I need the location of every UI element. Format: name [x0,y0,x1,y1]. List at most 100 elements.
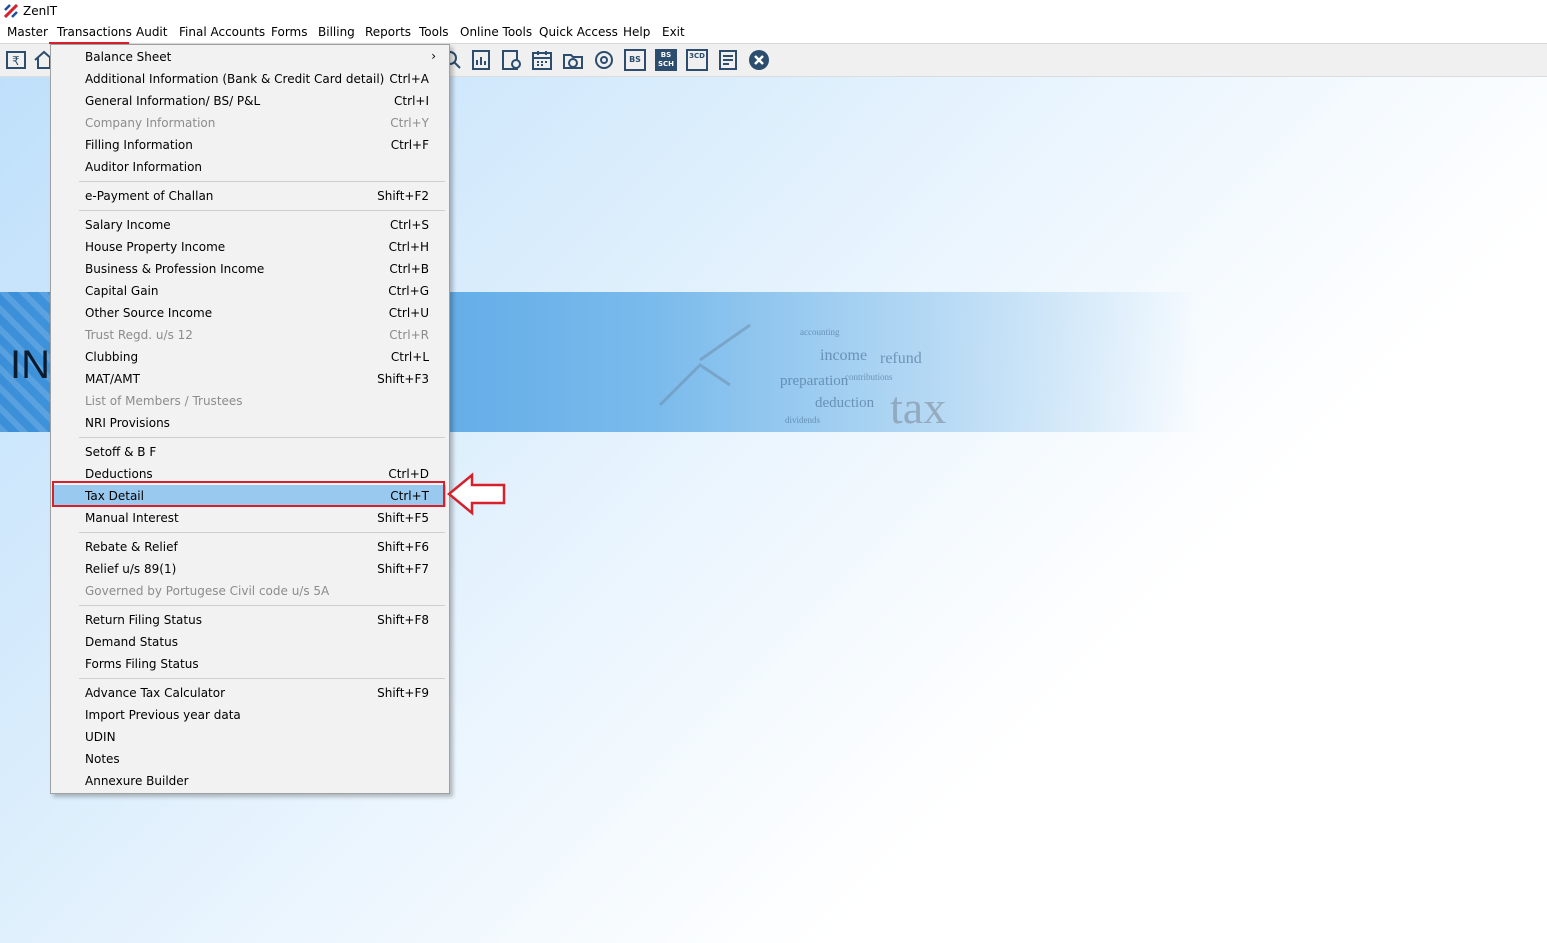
menu-transactions[interactable]: Transactions [57,25,132,39]
user-doc-icon[interactable] [500,49,522,71]
menu-item-shortcut: Ctrl+R [389,328,429,342]
menu-item-manual-interest[interactable]: Manual Interest Shift+F5 [54,507,446,529]
menu-item-label: Annexure Builder [85,774,189,788]
menu-reports[interactable]: Reports [365,25,411,39]
menu-item-label: Relief u/s 89(1) [85,562,177,576]
menu-item-demand-status[interactable]: Demand Status [54,631,446,653]
menu-item-return-filing-status[interactable]: Return Filing Status Shift+F8 [54,609,446,631]
menu-separator [79,605,445,606]
svg-text:preparation: preparation [780,373,849,389]
menu-item-label: Manual Interest [85,511,179,525]
menu-item-label: Forms Filing Status [85,657,199,671]
menu-item-governed-by-portugese-civil-code-u-s-5a: Governed by Portugese Civil code u/s 5A [54,580,446,602]
menu-item-rebate-relief[interactable]: Rebate & Relief Shift+F6 [54,536,446,558]
close-circle-icon[interactable] [748,49,770,71]
menu-item-house-property-income[interactable]: House Property Income Ctrl+H [54,236,446,258]
menu-item-filling-information[interactable]: Filling Information Ctrl+F [54,134,446,156]
svg-text:deduction: deduction [815,395,875,411]
menu-item-label: List of Members / Trustees [85,394,243,408]
rupee-book-icon[interactable]: ₹ [5,49,27,71]
menu-separator [79,437,445,438]
menu-item-shortcut: Shift+F7 [377,562,429,576]
menu-item-label: Governed by Portugese Civil code u/s 5A [85,584,330,598]
menu-item-shortcut: Ctrl+L [390,350,429,364]
menu-online-tools[interactable]: Online Tools [460,25,532,39]
menu-item-label: Clubbing [85,350,139,364]
report-icon[interactable] [470,49,492,71]
menu-billing[interactable]: Billing [318,25,355,39]
menu-item-relief-u-s-89-1[interactable]: Relief u/s 89(1) Shift+F7 [54,558,446,580]
menu-item-shortcut: Ctrl+G [388,284,429,298]
menu-audit[interactable]: Audit [136,25,167,39]
calendar-icon[interactable] [531,49,553,71]
menu-item-label: Import Previous year data [85,708,241,722]
menu-master[interactable]: Master [7,25,48,39]
menu-item-shortcut: Ctrl+Y [390,116,429,130]
menu-item-mat-amt[interactable]: MAT/AMT Shift+F3 [54,368,446,390]
menu-item-shortcut: Shift+F9 [377,686,429,700]
bs-sch-icon[interactable]: BS SCH [655,49,677,71]
menu-item-label: Auditor Information [85,160,203,174]
menu-item-label: Return Filing Status [85,613,202,627]
menu-help[interactable]: Help [623,25,650,39]
menu-exit[interactable]: Exit [662,25,685,39]
menu-item-nri-provisions[interactable]: NRI Provisions [54,412,446,434]
menu-item-label: Notes [85,752,120,766]
menu-item-label: Deductions [85,467,153,481]
bs-icon[interactable]: BS [624,49,646,71]
menu-item-shortcut: Shift+F2 [377,189,429,203]
menu-item-clubbing[interactable]: Clubbing Ctrl+L [54,346,446,368]
svg-text:accounting: accounting [800,327,840,337]
menu-item-salary-income[interactable]: Salary Income Ctrl+S [54,214,446,236]
menu-item-capital-gain[interactable]: Capital Gain Ctrl+G [54,280,446,302]
menu-item-trust-regd-u-s-12: Trust Regd. u/s 12 Ctrl+R [54,324,446,346]
menu-item-general-information-bs-p-l[interactable]: General Information/ BS/ P&L Ctrl+I [54,90,446,112]
menu-item-balance-sheet[interactable]: Balance Sheet › [54,46,446,68]
left-arrow-annotation-icon [447,472,506,516]
bs-sch-icon-top: BS [660,51,672,59]
menu-item-business-profession-income[interactable]: Business & Profession Income Ctrl+B [54,258,446,280]
menu-item-annexure-builder[interactable]: Annexure Builder [54,770,446,792]
menu-item-e-payment-of-challan[interactable]: e-Payment of Challan Shift+F2 [54,185,446,207]
menu-item-shortcut: Ctrl+F [390,138,429,152]
menu-separator [79,181,445,182]
svg-text:tax: tax [890,382,946,430]
menu-tools[interactable]: Tools [419,25,449,39]
list-doc-icon[interactable] [717,49,739,71]
menu-item-auditor-information[interactable]: Auditor Information [54,156,446,178]
menu-item-label: Demand Status [85,635,178,649]
menu-bar: Master Transactions Audit Final Accounts… [0,22,1547,67]
menu-item-additional-information-bank-credit-card-detail[interactable]: Additional Information (Bank & Credit Ca… [54,68,446,90]
menu-item-notes[interactable]: Notes [54,748,446,770]
menu-item-shortcut: Ctrl+H [388,240,429,254]
menu-final-accounts[interactable]: Final Accounts [179,25,265,39]
menu-item-label: Business & Profession Income [85,262,265,276]
menu-item-import-previous-year-data[interactable]: Import Previous year data [54,704,446,726]
bs-sch-icon-bottom: SCH [657,60,675,68]
menu-item-label: Advance Tax Calculator [85,686,226,700]
menu-item-label: Rebate & Relief [85,540,178,554]
menu-item-label: Trust Regd. u/s 12 [85,328,193,342]
3cd-icon[interactable]: 3CD [686,49,708,71]
svg-text:₹: ₹ [12,54,20,68]
menu-item-company-information: Company Information Ctrl+Y [54,112,446,134]
3cd-icon-label: 3CD [689,52,705,60]
menu-item-shortcut: Ctrl+B [389,262,429,276]
folder-add-icon[interactable] [562,49,584,71]
menu-forms[interactable]: Forms [271,25,307,39]
menu-item-label: Capital Gain [85,284,159,298]
menu-quick-access[interactable]: Quick Access [539,25,618,39]
svg-text:contributions: contributions [845,372,893,382]
app-title: ZenIT [23,4,58,18]
menu-item-setoff-b-f[interactable]: Setoff & B F [54,441,446,463]
menu-item-label: Company Information [85,116,216,130]
menu-item-shortcut: Ctrl+D [388,467,429,481]
menu-item-label: Setoff & B F [85,445,157,459]
disc-icon[interactable] [593,49,615,71]
menu-item-other-source-income[interactable]: Other Source Income Ctrl+U [54,302,446,324]
menu-item-advance-tax-calculator[interactable]: Advance Tax Calculator Shift+F9 [54,682,446,704]
menu-item-udin[interactable]: UDIN [54,726,446,748]
menu-item-forms-filing-status[interactable]: Forms Filing Status [54,653,446,675]
menu-item-shortcut: Shift+F8 [377,613,429,627]
submenu-arrow-icon: › [431,49,436,63]
